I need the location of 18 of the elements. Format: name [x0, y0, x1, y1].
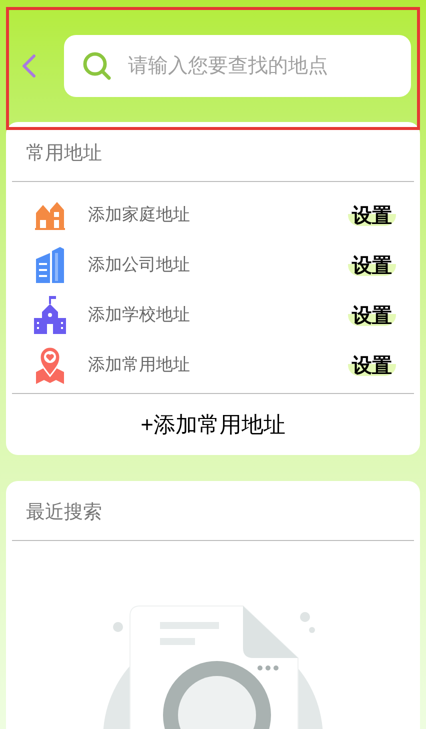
map-pin-icon	[34, 346, 66, 384]
search-input[interactable]: 请输入您要查找的地点	[128, 51, 393, 81]
address-label: 添加公司地址	[88, 254, 191, 276]
search-icon	[82, 51, 112, 81]
set-button[interactable]: 设置	[348, 204, 396, 226]
set-button[interactable]: 设置	[348, 304, 396, 326]
set-button[interactable]: 设置	[348, 254, 396, 276]
add-address-button[interactable]: +添加常用地址	[140, 408, 286, 441]
section-title: 最近搜索	[25, 501, 103, 525]
address-label: 添加家庭地址	[88, 204, 191, 226]
section-title: 常用地址	[25, 142, 103, 166]
search-field[interactable]: 请输入您要查找的地点	[64, 35, 411, 97]
set-button[interactable]: 设置	[348, 354, 396, 376]
building-icon	[34, 247, 66, 283]
house-icon	[34, 200, 66, 230]
address-label: 添加学校地址	[88, 304, 191, 326]
school-icon	[34, 296, 66, 334]
address-label: 添加常用地址	[88, 354, 191, 376]
